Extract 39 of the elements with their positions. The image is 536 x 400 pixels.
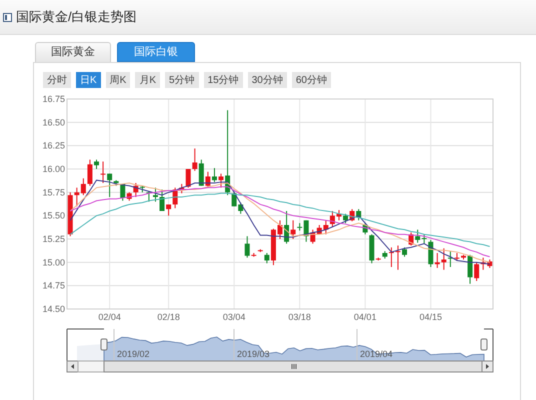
y-axis-label: 16.50 xyxy=(42,117,65,128)
grip-icon xyxy=(292,364,296,370)
y-axis-label: 16.25 xyxy=(42,140,65,151)
candlestick xyxy=(278,220,282,240)
period-button[interactable]: 15分钟 xyxy=(204,72,243,88)
tab[interactable]: 国际黄金 xyxy=(35,42,111,62)
x-axis-label: 04/01 xyxy=(354,312,376,322)
y-axis-label: 16.75 xyxy=(42,94,65,104)
scrollbar-left-button[interactable] xyxy=(66,360,78,372)
period-button[interactable]: 分时 xyxy=(43,72,71,88)
period-button[interactable]: 周K xyxy=(106,72,130,88)
x-axis-label: 02/18 xyxy=(157,312,180,322)
range-handle[interactable] xyxy=(480,338,488,350)
x-axis-label: 04/15 xyxy=(419,312,442,322)
navigator-label: 2019/04 xyxy=(360,349,393,359)
y-axis-label: 16.00 xyxy=(42,164,65,174)
scrollbar-right-button[interactable] xyxy=(482,360,494,372)
y-axis-label: 15.00 xyxy=(42,257,65,268)
y-axis-label: 14.75 xyxy=(42,280,65,291)
panel-icon xyxy=(3,12,12,22)
header-title: 国际黄金/白银走势图 xyxy=(16,8,137,26)
period-button[interactable]: 30分钟 xyxy=(248,72,287,88)
y-axis-label: 14.50 xyxy=(42,304,65,314)
x-axis-label: 03/04 xyxy=(222,312,246,322)
period-button[interactable]: 60分钟 xyxy=(292,72,331,88)
x-axis-label: 03/18 xyxy=(288,312,311,322)
range-handle[interactable] xyxy=(100,338,108,350)
y-axis-label: 15.25 xyxy=(42,234,65,244)
candlestick xyxy=(94,159,99,170)
navigator-label: 2019/03 xyxy=(237,349,270,359)
scrollbar-thumb[interactable] xyxy=(104,360,484,372)
y-axis-label: 15.75 xyxy=(42,187,65,198)
period-button[interactable]: 日K xyxy=(76,72,101,88)
period-button[interactable]: 月K xyxy=(135,72,160,88)
candlestick xyxy=(461,254,466,260)
period-button[interactable]: 5分钟 xyxy=(165,72,199,88)
x-axis-label: 02/04 xyxy=(98,312,121,322)
navigator-label: 2019/02 xyxy=(117,349,150,359)
y-axis-label: 15.50 xyxy=(42,210,65,221)
